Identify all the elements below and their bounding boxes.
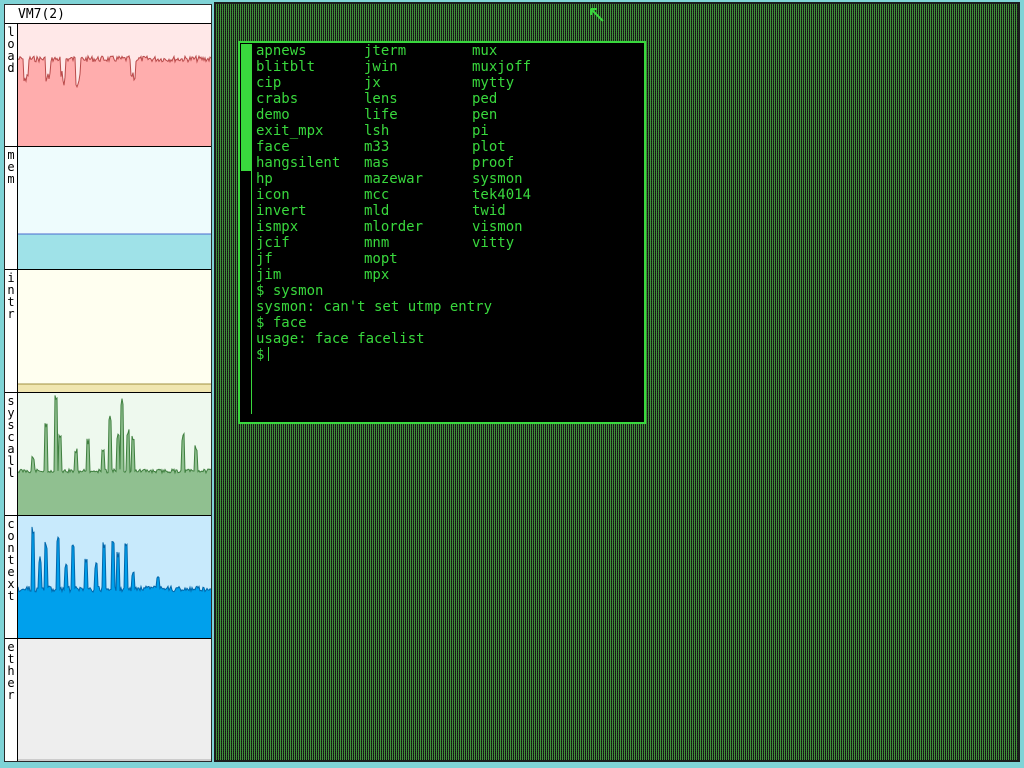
command-row: ismpx mlorder vismon	[256, 219, 641, 235]
command-name: pen	[472, 107, 498, 123]
command-name: lsh	[364, 123, 390, 139]
command-name: apnews	[256, 43, 307, 59]
command-name	[472, 251, 612, 267]
prompt: $	[256, 347, 265, 363]
command-name: icon	[256, 187, 290, 203]
command-row: hangsilent mas proof	[256, 155, 641, 171]
command-name: jf	[256, 251, 273, 267]
command-row: crabs lens ped	[256, 91, 641, 107]
meter-fill	[18, 234, 211, 269]
meter-label-load: load	[7, 25, 15, 75]
terminal-window[interactable]: apnews jterm mux blitblt jwin muxjoff cip jx myt…	[238, 41, 646, 424]
command-name: crabs	[256, 91, 299, 107]
meter-mem: mem	[5, 147, 211, 270]
meter-graph-load	[17, 24, 211, 146]
command-name: cip	[256, 75, 282, 91]
terminal-line: sysmon: can't set utmp entry	[256, 299, 493, 315]
mouse-cursor-icon	[590, 8, 604, 22]
command-name: mpx	[364, 267, 390, 283]
command-name	[472, 267, 612, 283]
command-name: twid	[472, 203, 506, 219]
terminal-output[interactable]: apnews jterm mux blitblt jwin muxjoff cip jx myt…	[256, 43, 641, 363]
meter-ether: ether	[5, 639, 211, 761]
meter-label-syscall: syscall	[7, 394, 15, 480]
command-row: face m33 plot	[256, 139, 641, 155]
command-row: icon mcc tek4014	[256, 187, 641, 203]
command-name: jterm	[364, 43, 407, 59]
command-row: apnews jterm mux	[256, 43, 641, 59]
command-name: mlorder	[364, 219, 424, 235]
command-name: plot	[472, 139, 506, 155]
command-row: hp mazewar sysmon	[256, 171, 641, 187]
terminal-line: usage: face facelist	[256, 331, 425, 347]
text-cursor	[268, 347, 270, 361]
meter-fill	[18, 384, 211, 392]
meter-label-context: context	[7, 517, 15, 603]
command-name: mopt	[364, 251, 398, 267]
meter-context: context	[5, 516, 211, 639]
meter-graph-intr	[17, 270, 211, 392]
meter-syscall: syscall	[5, 393, 211, 516]
terminal-line: $ sysmon	[256, 283, 324, 299]
scrollbar-thumb[interactable]	[241, 44, 251, 171]
command-name: hangsilent	[256, 155, 341, 171]
command-name: mas	[364, 155, 390, 171]
meter-graph-syscall	[17, 393, 211, 515]
command-name: blitblt	[256, 59, 316, 75]
command-name: mazewar	[364, 171, 424, 187]
command-name: sysmon	[472, 171, 523, 187]
meter-background	[18, 270, 211, 392]
command-name: jx	[364, 75, 381, 91]
command-name: jcif	[256, 235, 290, 251]
command-name: mux	[472, 43, 498, 59]
command-name: mytty	[472, 75, 515, 91]
meter-background	[18, 639, 211, 761]
meter-graph-context	[17, 516, 211, 638]
command-name: hp	[256, 171, 273, 187]
command-name: demo	[256, 107, 290, 123]
command-row: exit_mpx lsh pi	[256, 123, 641, 139]
command-name: muxjoff	[472, 59, 532, 75]
command-row: jcif mnm vitty	[256, 235, 641, 251]
scrollbar[interactable]	[241, 44, 252, 414]
meter-label-ether: ether	[7, 640, 15, 702]
command-row: jim mpx	[256, 267, 641, 283]
command-name: tek4014	[472, 187, 532, 203]
command-name: mld	[364, 203, 390, 219]
meter-label-mem: mem	[7, 148, 15, 186]
meter-graph-mem	[17, 147, 211, 269]
command-name: exit_mpx	[256, 123, 324, 139]
command-row: blitblt jwin muxjoff	[256, 59, 641, 75]
terminal-line: $ face	[256, 315, 307, 331]
command-row: demo life pen	[256, 107, 641, 123]
command-name: proof	[472, 155, 515, 171]
sysmon-panel: VM7(2) load mem intr syscall context eth…	[4, 4, 212, 762]
command-name: ismpx	[256, 219, 299, 235]
command-name: vitty	[472, 235, 515, 251]
command-name: mcc	[364, 187, 390, 203]
command-row: cip jx mytty	[256, 75, 641, 91]
command-name: face	[256, 139, 290, 155]
command-list: apnews jterm mux blitblt jwin muxjoff cip jx myt…	[256, 43, 641, 283]
command-name: pi	[472, 123, 489, 139]
command-name: lens	[364, 91, 398, 107]
command-name: m33	[364, 139, 390, 155]
meter-intr: intr	[5, 270, 211, 393]
terminal-prompt-line[interactable]: $	[256, 347, 641, 363]
meter-label-intr: intr	[7, 271, 15, 321]
command-row: invert mld twid	[256, 203, 641, 219]
command-name: invert	[256, 203, 307, 219]
command-name: life	[364, 107, 398, 123]
command-name: vismon	[472, 219, 523, 235]
command-name: mnm	[364, 235, 390, 251]
command-name: jwin	[364, 59, 398, 75]
command-name: ped	[472, 91, 498, 107]
command-name: jim	[256, 267, 282, 283]
meter-graph-ether	[17, 639, 211, 761]
sysmon-title: VM7(2)	[5, 5, 211, 24]
command-row: jf mopt	[256, 251, 641, 267]
meter-load: load	[5, 24, 211, 147]
